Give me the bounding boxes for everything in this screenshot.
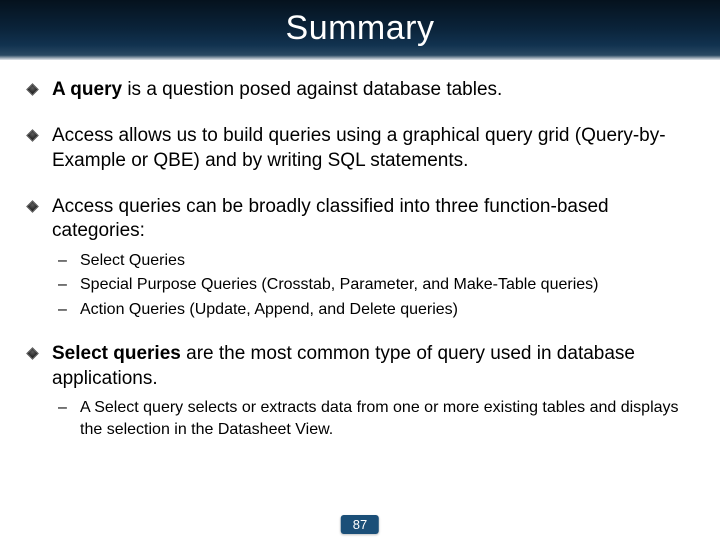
sub-text: Special Purpose Queries (Crosstab, Param… [80, 276, 598, 293]
sub-item: –Special Purpose Queries (Crosstab, Para… [58, 274, 700, 296]
bold-term: A query [52, 79, 122, 100]
bullet-item: A query is a question posed against data… [20, 78, 700, 102]
bullet-text: Select queries are the most common type … [52, 343, 635, 388]
bullet-text: Access allows us to build queries using … [52, 125, 666, 170]
sub-text: A Select query selects or extracts data … [80, 399, 679, 438]
bullet-text: A query is a question posed against data… [52, 79, 502, 100]
slide-title: Summary [0, 0, 720, 56]
diamond-bullet-icon [26, 347, 39, 360]
sub-item: –A Select query selects or extracts data… [58, 397, 700, 440]
dash-icon: – [58, 397, 67, 419]
text-span: is a question posed against database tab… [122, 79, 502, 100]
title-band: Summary [0, 0, 720, 60]
bullet-text: Access queries can be broadly classified… [52, 196, 609, 241]
diamond-bullet-icon [26, 83, 39, 96]
dash-icon: – [58, 274, 67, 296]
dash-icon: – [58, 299, 67, 321]
bullet-list: A query is a question posed against data… [20, 78, 700, 440]
diamond-bullet-icon [26, 200, 39, 213]
sub-text: Action Queries (Update, Append, and Dele… [80, 301, 458, 318]
slide: Summary A query is a question posed agai… [0, 0, 720, 540]
sub-list: –Select Queries –Special Purpose Queries… [58, 250, 700, 321]
sub-item: –Action Queries (Update, Append, and Del… [58, 299, 700, 321]
sub-item: –Select Queries [58, 250, 700, 272]
slide-number: 87 [341, 515, 379, 534]
diamond-bullet-icon [26, 129, 39, 142]
bold-term: Select queries [52, 343, 181, 364]
sub-text: Select Queries [80, 252, 185, 269]
bullet-item: Access allows us to build queries using … [20, 124, 700, 173]
dash-icon: – [58, 250, 67, 272]
bullet-item: Access queries can be broadly classified… [20, 195, 700, 320]
slide-body: A query is a question posed against data… [0, 60, 720, 440]
bullet-item: Select queries are the most common type … [20, 342, 700, 440]
sub-list: –A Select query selects or extracts data… [58, 397, 700, 440]
